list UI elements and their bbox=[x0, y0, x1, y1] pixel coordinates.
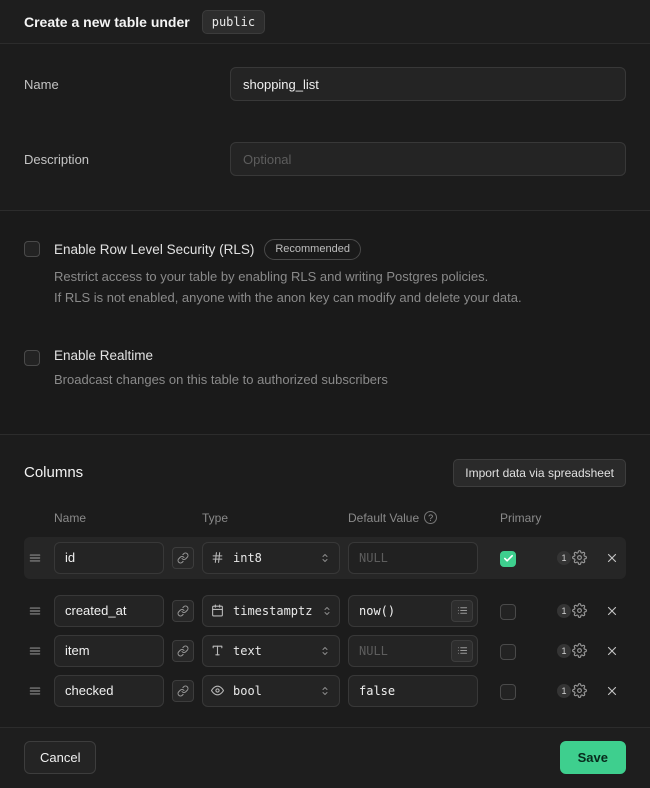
drag-handle-icon[interactable] bbox=[24, 644, 46, 658]
rls-toggle-group: Enable Row Level Security (RLS) Recommen… bbox=[24, 239, 626, 308]
primary-checkbox[interactable] bbox=[500, 644, 516, 660]
drag-handle-icon[interactable] bbox=[24, 551, 46, 565]
x-icon bbox=[605, 604, 619, 618]
header-name: Name bbox=[54, 511, 164, 525]
import-spreadsheet-button[interactable]: Import data via spreadsheet bbox=[453, 459, 626, 487]
realtime-toggle-group: Enable Realtime Broadcast changes on thi… bbox=[24, 348, 626, 390]
calendar-icon bbox=[211, 604, 224, 617]
columns-table-header: Name Type Default Value ? Primary bbox=[24, 511, 626, 525]
name-field-row: Name bbox=[24, 67, 626, 101]
help-circle-icon[interactable]: ? bbox=[424, 511, 437, 524]
column-row-item: text 1 bbox=[24, 635, 626, 667]
list-icon[interactable] bbox=[451, 600, 473, 622]
column-name-input[interactable] bbox=[54, 675, 164, 707]
settings-count-badge: 1 bbox=[557, 684, 571, 698]
hash-icon bbox=[211, 551, 224, 564]
column-row-checked: bool 1 bbox=[24, 675, 626, 707]
list-icon[interactable] bbox=[451, 640, 473, 662]
settings-count-badge: 1 bbox=[557, 644, 571, 658]
x-icon bbox=[605, 684, 619, 698]
chevrons-up-down-icon bbox=[321, 605, 333, 617]
create-table-panel: Create a new table under public Name Des… bbox=[0, 0, 650, 761]
panel-title: Create a new table under bbox=[24, 14, 190, 30]
panel-header: Create a new table under public bbox=[0, 0, 650, 44]
rls-checkbox[interactable] bbox=[24, 241, 40, 257]
table-description-input[interactable] bbox=[230, 142, 626, 176]
remove-column-button[interactable] bbox=[602, 551, 622, 565]
table-meta-section: Name Description bbox=[0, 44, 650, 211]
gear-icon bbox=[572, 643, 587, 658]
chevrons-up-down-icon bbox=[319, 552, 331, 564]
primary-checkbox[interactable] bbox=[500, 551, 516, 567]
rls-label: Enable Row Level Security (RLS) bbox=[54, 242, 254, 257]
column-row-id: int8 1 bbox=[24, 537, 626, 579]
primary-checkbox[interactable] bbox=[500, 604, 516, 620]
header-type: Type bbox=[202, 511, 340, 525]
x-icon bbox=[605, 644, 619, 658]
cancel-button[interactable]: Cancel bbox=[24, 741, 96, 774]
column-type-select[interactable]: timestamptz bbox=[202, 595, 340, 627]
column-default-input[interactable] bbox=[348, 675, 478, 707]
remove-column-button[interactable] bbox=[602, 644, 622, 658]
chevrons-up-down-icon bbox=[319, 645, 331, 657]
column-name-input[interactable] bbox=[54, 542, 164, 574]
rls-description: Restrict access to your table by enablin… bbox=[54, 267, 522, 307]
column-type-select[interactable]: bool bbox=[202, 675, 340, 707]
columns-title: Columns bbox=[24, 464, 83, 481]
column-default-input bbox=[348, 542, 478, 574]
header-default-value: Default Value bbox=[348, 511, 419, 525]
column-name-input[interactable] bbox=[54, 635, 164, 667]
name-label: Name bbox=[24, 77, 230, 92]
link-icon[interactable] bbox=[172, 600, 194, 622]
panel-footer: Cancel Save bbox=[0, 727, 650, 788]
column-name-input[interactable] bbox=[54, 595, 164, 627]
column-type-select[interactable]: text bbox=[202, 635, 340, 667]
gear-icon bbox=[572, 550, 587, 565]
primary-checkbox[interactable] bbox=[500, 684, 516, 700]
column-row-created-at: timestamptz 1 bbox=[24, 595, 626, 627]
eye-icon bbox=[211, 684, 224, 697]
realtime-description: Broadcast changes on this table to autho… bbox=[54, 370, 388, 390]
column-settings-button[interactable]: 1 bbox=[550, 603, 594, 618]
link-icon[interactable] bbox=[172, 680, 194, 702]
description-label: Description bbox=[24, 152, 230, 167]
link-icon[interactable] bbox=[172, 640, 194, 662]
header-primary: Primary bbox=[486, 511, 542, 525]
save-button[interactable]: Save bbox=[560, 741, 626, 774]
column-settings-button[interactable]: 1 bbox=[550, 550, 594, 565]
table-name-input[interactable] bbox=[230, 67, 626, 101]
realtime-checkbox[interactable] bbox=[24, 350, 40, 366]
column-settings-button[interactable]: 1 bbox=[550, 643, 594, 658]
settings-count-badge: 1 bbox=[557, 551, 571, 565]
link-icon[interactable] bbox=[172, 547, 194, 569]
drag-handle-icon[interactable] bbox=[24, 684, 46, 698]
check-icon bbox=[503, 553, 514, 564]
gear-icon bbox=[572, 603, 587, 618]
schema-badge: public bbox=[202, 10, 265, 34]
remove-column-button[interactable] bbox=[602, 684, 622, 698]
column-settings-button[interactable]: 1 bbox=[550, 683, 594, 698]
drag-handle-icon[interactable] bbox=[24, 604, 46, 618]
toggles-section: Enable Row Level Security (RLS) Recommen… bbox=[0, 211, 650, 435]
gear-icon bbox=[572, 683, 587, 698]
text-type-icon bbox=[211, 644, 224, 657]
realtime-label: Enable Realtime bbox=[54, 348, 153, 363]
remove-column-button[interactable] bbox=[602, 604, 622, 618]
columns-section: Columns Import data via spreadsheet Name… bbox=[0, 435, 650, 727]
column-type-select[interactable]: int8 bbox=[202, 542, 340, 574]
chevrons-up-down-icon bbox=[319, 685, 331, 697]
recommended-badge: Recommended bbox=[264, 239, 361, 260]
rls-content: Enable Row Level Security (RLS) Recommen… bbox=[54, 239, 522, 308]
x-icon bbox=[605, 551, 619, 565]
realtime-content: Enable Realtime Broadcast changes on thi… bbox=[54, 348, 388, 390]
settings-count-badge: 1 bbox=[557, 604, 571, 618]
description-field-row: Description bbox=[24, 142, 626, 176]
